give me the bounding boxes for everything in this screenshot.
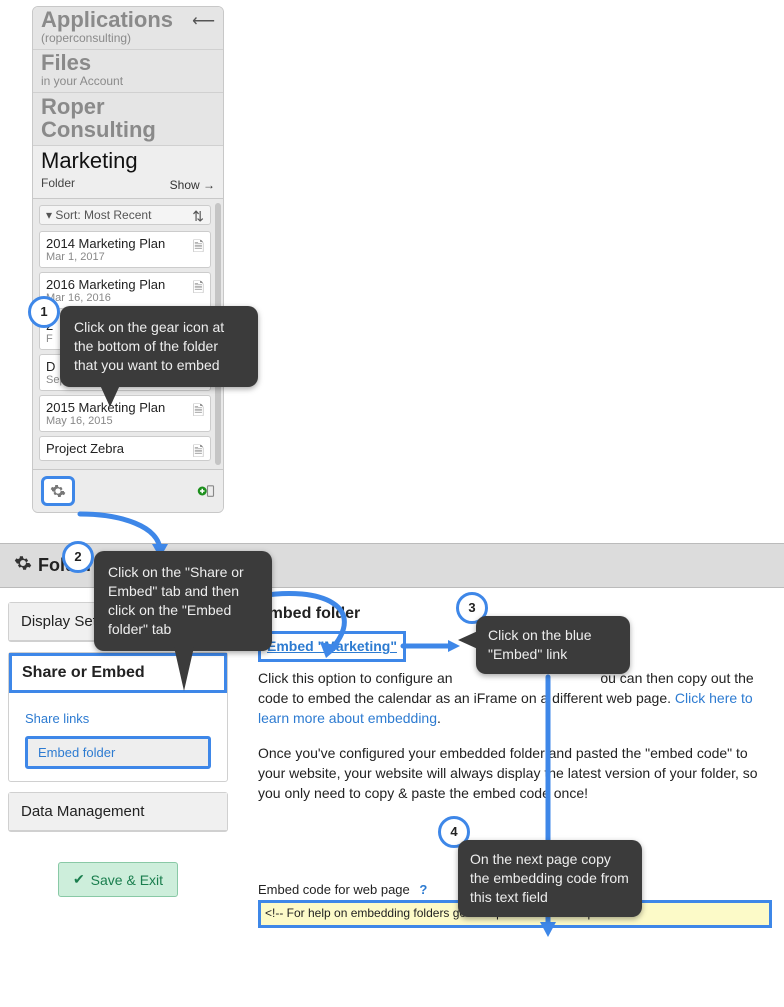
folder-sidebar: ⟵ Applications (roperconsulting) Files i… [32, 6, 224, 513]
step-badge: 1 [28, 296, 60, 328]
show-link[interactable]: Show → [170, 178, 215, 192]
crumb-sub: in your Account [41, 74, 215, 88]
help-icon[interactable]: ? [419, 882, 427, 897]
back-arrow-icon[interactable]: ⟵ [192, 11, 215, 31]
gear-icon [50, 483, 66, 499]
crumb-title: Files [41, 52, 215, 74]
data-management-tab[interactable]: Data Management [9, 793, 227, 831]
item-title: 2015 Marketing Plan [46, 400, 204, 415]
embed-folder-panel: Embed folder Embed "Marketing" Click thi… [258, 602, 784, 928]
gear-icon [14, 554, 32, 577]
sort-control[interactable]: ▾ Sort: Most Recent ⇅ [39, 205, 211, 225]
callout-3: Click on the blue "Embed" link [476, 616, 630, 674]
plus-icon [197, 482, 215, 500]
folder-footer [33, 469, 223, 512]
folder-title: Marketing [41, 148, 215, 174]
item-date: May 16, 2015 [46, 415, 204, 427]
document-icon: 🗎 [193, 277, 204, 301]
list-item[interactable]: 🗎2016 Marketing PlanMar 16, 2016 [39, 272, 211, 309]
folder-sublabel: Folder [41, 176, 75, 190]
crumb-title: Applications [41, 9, 215, 31]
list-item[interactable]: 🗎Project Zebra [39, 436, 211, 461]
embed-folder-tab[interactable]: Embed folder [25, 736, 211, 769]
document-icon: 🗎 [193, 400, 204, 424]
callout-text: Click on the gear icon at the bottom of … [74, 319, 224, 373]
settings-nav: Display Settings Share or Embed Share li… [8, 602, 228, 928]
crumb-title: Roper Consulting [41, 95, 215, 141]
share-or-embed-tab[interactable]: Share or Embed [9, 653, 227, 693]
list-item[interactable]: 🗎2015 Marketing PlanMay 16, 2015 [39, 395, 211, 432]
document-icon: 🗎 [193, 441, 204, 465]
sort-label: Sort: Most Recent [55, 208, 151, 222]
item-date: Mar 16, 2016 [46, 292, 204, 304]
callout-text: Click on the "Share or Embed" tab and th… [108, 564, 244, 637]
crumb-roper[interactable]: Roper Consulting [33, 93, 223, 146]
callout-text: On the next page copy the embedding code… [470, 851, 629, 905]
callout-2: 2 Click on the "Share or Embed" tab and … [94, 551, 272, 651]
share-links-link[interactable]: Share links [25, 705, 211, 732]
step-badge: 2 [62, 541, 94, 573]
code-label-text: Embed code for web page [258, 882, 410, 897]
item-title: 2014 Marketing Plan [46, 236, 204, 251]
check-icon: ✔ [73, 871, 85, 888]
pane-share: Share or Embed Share links Embed folder [8, 652, 228, 782]
pane-data[interactable]: Data Management [8, 792, 228, 832]
callout-text: Click on the blue "Embed" link [488, 627, 592, 662]
item-title: 2016 Marketing Plan [46, 277, 204, 292]
panel-body: Click this option to configure an xxxxxx… [258, 668, 772, 804]
period: . [437, 710, 441, 726]
save-label: Save & Exit [91, 872, 163, 888]
crumb-files[interactable]: Files in your Account [33, 50, 223, 93]
item-title: Project Zebra [46, 441, 204, 456]
document-icon: 🗎 [193, 236, 204, 260]
current-folder-header: Marketing Folder Show → [33, 146, 223, 199]
embed-folder-link[interactable]: Embed folder [38, 745, 198, 760]
add-document-button[interactable] [197, 482, 215, 500]
callout-1: 1 Click on the gear icon at the bottom o… [60, 306, 258, 387]
item-date: Mar 1, 2017 [46, 251, 204, 263]
crumb-applications[interactable]: ⟵ Applications (roperconsulting) [33, 7, 223, 50]
save-exit-button[interactable]: ✔ Save & Exit [58, 862, 178, 897]
embed-marketing-link[interactable]: Embed "Marketing" [267, 638, 397, 654]
body-text-2: Once you've configured your embedded fol… [258, 743, 772, 804]
sort-icon: ⇅ [192, 208, 204, 225]
callout-4: On the next page copy the embedding code… [458, 840, 642, 917]
crumb-sub: (roperconsulting) [41, 31, 215, 45]
body-text-a: Click this option to configure an [258, 670, 453, 686]
sort-arrow: ▾ [46, 208, 52, 222]
list-item[interactable]: 🗎2014 Marketing PlanMar 1, 2017 [39, 231, 211, 268]
gear-button[interactable] [41, 476, 75, 506]
